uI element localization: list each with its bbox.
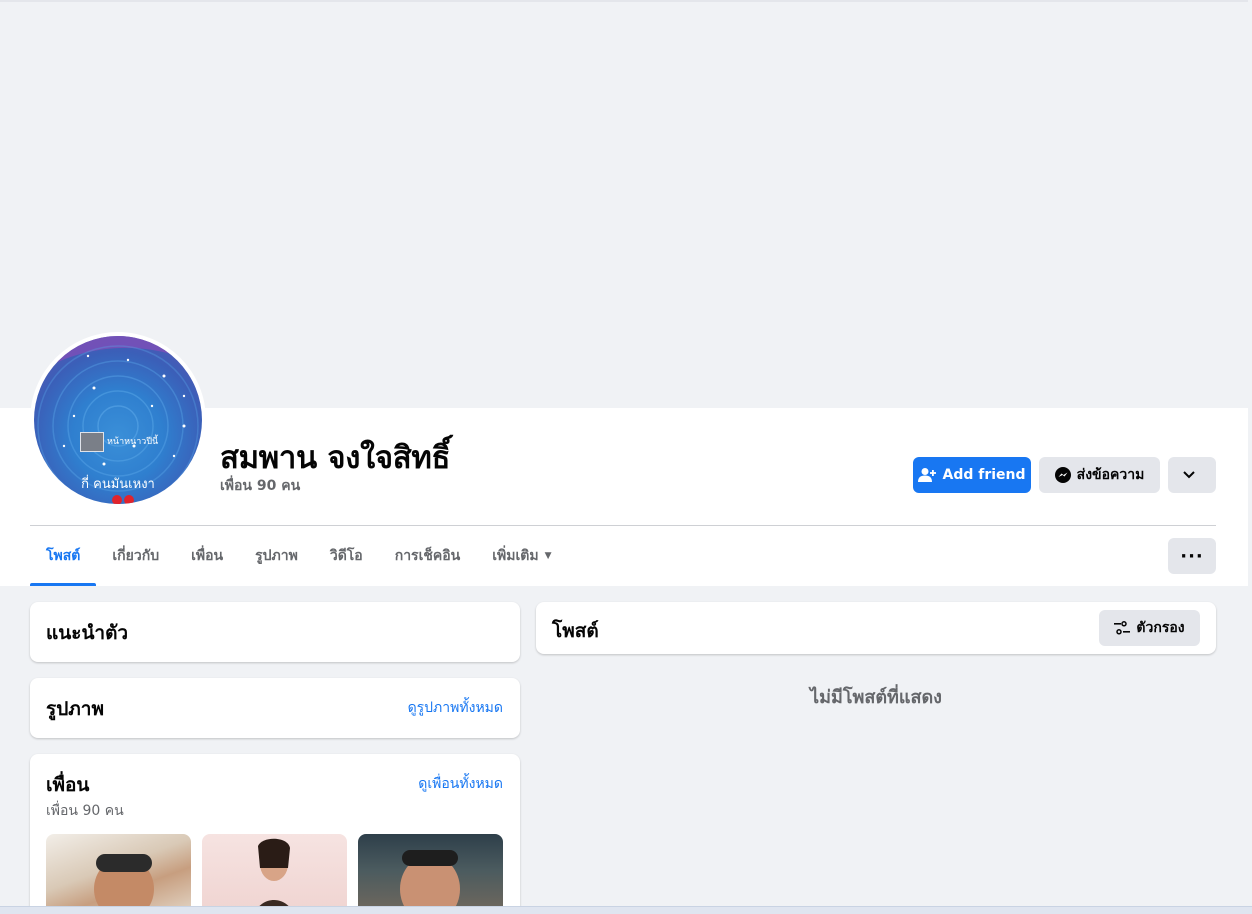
intro-card: แนะนำตัว <box>30 602 520 662</box>
add-person-icon <box>918 468 937 482</box>
filter-label: ตัวกรอง <box>1136 620 1185 636</box>
hearts-icon <box>112 492 136 504</box>
avatar-caption: กี่ คนมันเหงา <box>81 477 155 492</box>
see-all-photos-link[interactable]: ดูรูปภาพทั้งหมด <box>408 697 503 719</box>
filter-icon <box>1114 621 1131 635</box>
friends-title: เพื่อน <box>46 774 90 796</box>
posts-title: โพสต์ <box>552 620 599 642</box>
friend-photo[interactable] <box>46 834 191 914</box>
add-friend-button[interactable]: Add friend <box>913 457 1031 493</box>
tab-about-label: เกี่ยวกับ <box>112 548 160 564</box>
tab-friends-label: เพื่อน <box>191 548 224 564</box>
friend-photo-image <box>94 854 154 914</box>
add-friend-label: Add friend <box>942 467 1026 483</box>
friends-card: เพื่อน ดูเพื่อนทั้งหมด เพื่อน 90 คน <box>30 754 520 914</box>
filter-button[interactable]: ตัวกรอง <box>1099 610 1200 646</box>
profile-tabs: โพสต์ เกี่ยวกับ เพื่อน รูปภาพ วิดีโอ การ… <box>30 526 568 586</box>
caret-down-icon: ▼ <box>544 551 552 561</box>
intro-title: แนะนำตัว <box>46 622 129 644</box>
friend-photo[interactable] <box>358 834 503 914</box>
tab-checkins[interactable]: การเช็คอิน <box>379 526 477 586</box>
tab-checkins-label: การเช็คอิน <box>394 548 461 564</box>
friend-photo-image <box>254 838 294 914</box>
tab-more-label: เพิ่มเติม <box>492 548 539 564</box>
profile-options-dropdown[interactable] <box>1168 457 1216 493</box>
message-label: ส่งข้อความ <box>1076 467 1145 483</box>
tab-about[interactable]: เกี่ยวกับ <box>96 526 175 586</box>
friend-photo-image <box>400 850 460 914</box>
avatar-mini-text: หน้าหนาวปีนี้ <box>107 437 159 447</box>
see-all-friends-link[interactable]: ดูเพื่อนทั้งหมด <box>418 773 503 795</box>
friend-photo[interactable] <box>202 834 347 914</box>
tab-more[interactable]: เพิ่มเติม ▼ <box>476 526 567 586</box>
more-dots-icon: ··· <box>1180 545 1204 567</box>
more-options-button[interactable]: ··· <box>1168 538 1216 574</box>
message-button[interactable]: ส่งข้อความ <box>1039 457 1160 493</box>
tab-posts-label: โพสต์ <box>46 548 81 564</box>
tab-posts[interactable]: โพสต์ <box>30 526 97 586</box>
avatar-mini-photo <box>80 432 104 452</box>
tab-photos[interactable]: รูปภาพ <box>239 526 314 586</box>
tab-friends[interactable]: เพื่อน <box>175 526 239 586</box>
tab-photos-label: รูปภาพ <box>255 548 298 564</box>
friend-count[interactable]: เพื่อน 90 คน <box>220 475 300 497</box>
scrollbar[interactable] <box>1248 0 1252 914</box>
posts-card: โพสต์ ตัวกรอง <box>536 602 1216 654</box>
photos-card: รูปภาพ ดูรูปภาพทั้งหมด <box>30 678 520 738</box>
tab-videos[interactable]: วิดีโอ <box>314 526 379 586</box>
messenger-icon <box>1054 467 1071 483</box>
no-posts-message: ไม่มีโพสต์ที่แสดง <box>810 687 942 708</box>
photos-title: รูปภาพ <box>46 698 104 720</box>
profile-picture[interactable]: หน้าหนาวปีนี้ กี่ คนมันเหงา <box>30 332 206 508</box>
chevron-down-icon <box>1183 471 1195 479</box>
avatar-image: หน้าหนาวปีนี้ กี่ คนมันเหงา <box>34 336 202 504</box>
tab-videos-label: วิดีโอ <box>329 548 363 564</box>
bottom-bar <box>0 906 1252 914</box>
friends-count: เพื่อน 90 คน <box>46 803 124 819</box>
